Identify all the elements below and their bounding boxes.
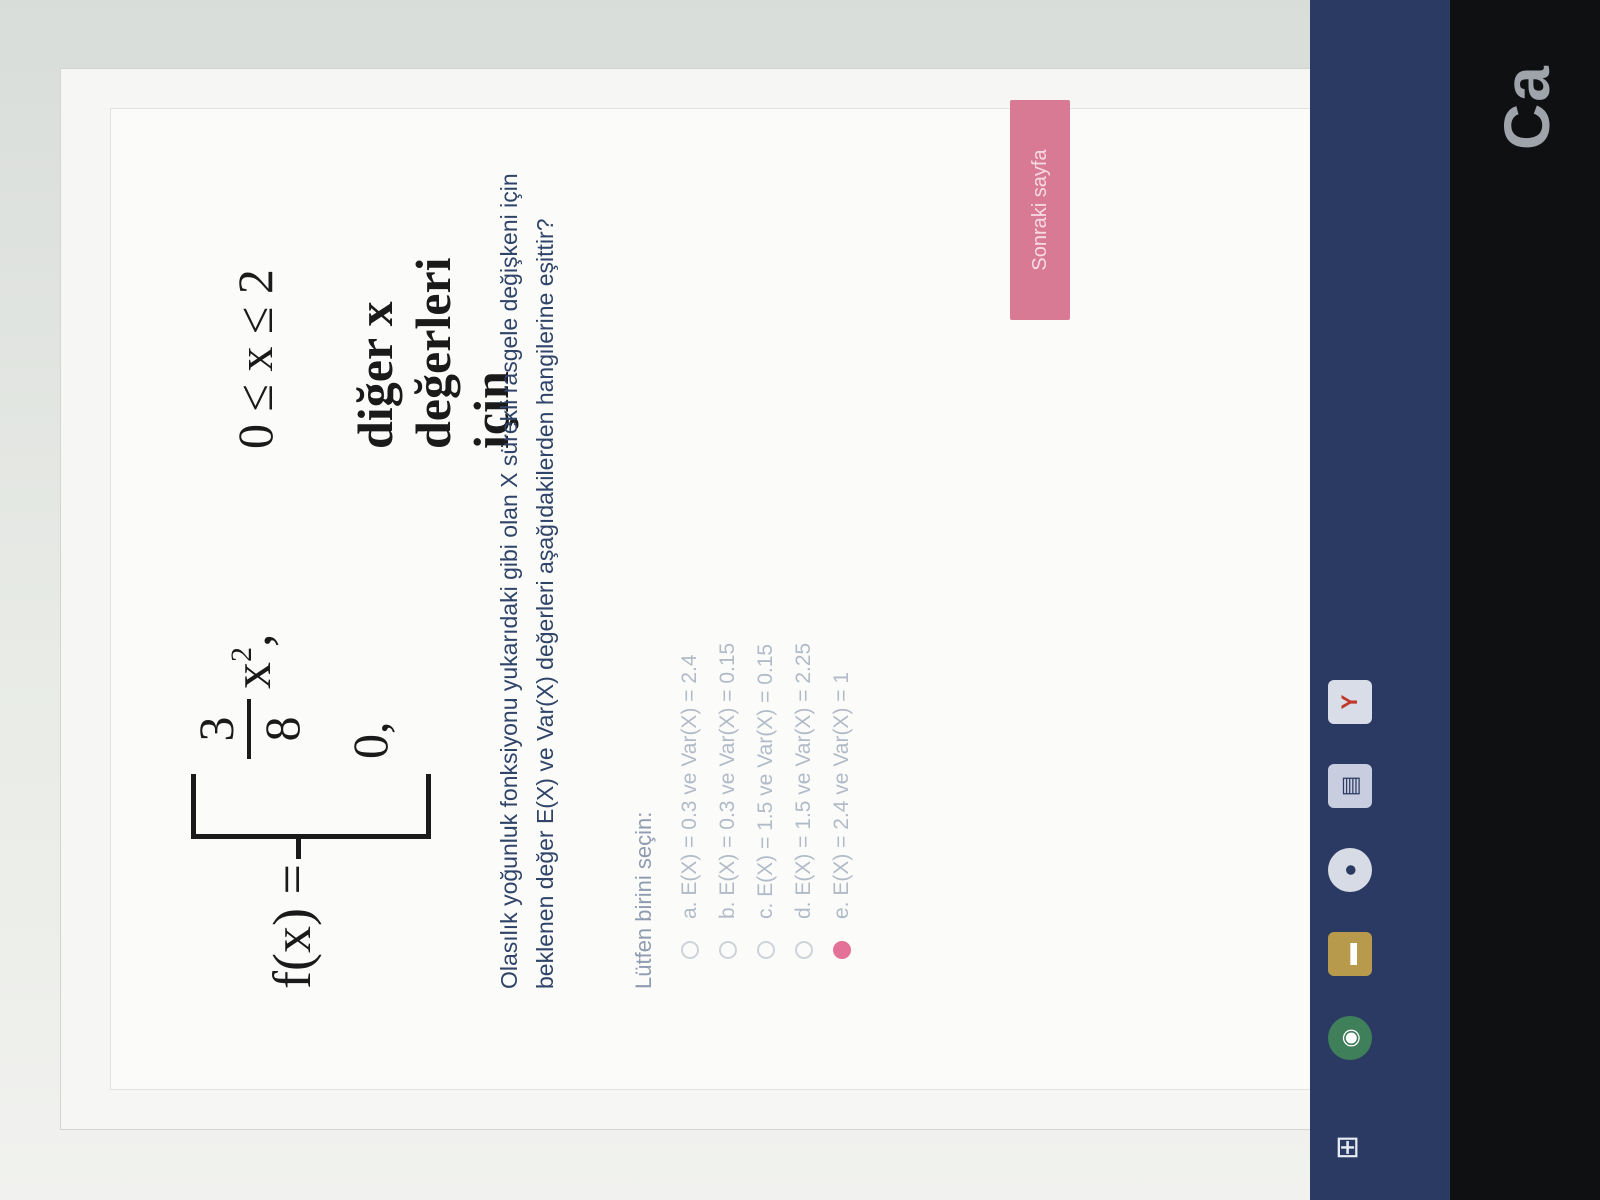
option-a[interactable]: a. E(X) = 0.3 ve Var(X) = 2.4 [671,359,709,959]
coefficient-fraction: 3 8 [188,699,310,759]
exponent: 2 [225,647,258,662]
radio-icon-selected[interactable] [833,941,851,959]
radio-icon[interactable] [757,941,775,959]
mail-icon[interactable]: ● [1328,848,1372,892]
answer-options: a. E(X) = 0.3 ve Var(X) = 2.4 b. E(X) = … [671,359,861,959]
case-brace [191,774,431,839]
word-icon[interactable]: ▤ [1328,764,1372,808]
folder-icon[interactable]: ▬ [1328,932,1372,976]
radio-icon[interactable] [795,941,813,959]
case1-comma: , [222,633,282,648]
taskbar-icons: ◉ ▬ ● ▤ Y [1328,680,1372,1060]
monitor-brand: Ca [1491,64,1563,150]
option-label: a. E(X) = 0.3 ve Var(X) = 2.4 [678,654,701,919]
option-d[interactable]: d. E(X) = 1.5 ve Var(X) = 2.25 [785,359,823,959]
fraction-denominator: 8 [254,716,310,742]
radio-icon[interactable] [719,941,737,959]
option-label: d. E(X) = 1.5 ve Var(X) = 2.25 [792,642,815,919]
density-formula: f(x) = 3 8 x2, 0 ≤ x ≤ 2 0, diğer x değe… [171,169,519,989]
option-label: b. E(X) = 0.3 ve Var(X) = 0.15 [716,642,739,919]
next-page-button[interactable]: Sonraki sayfa [1010,100,1070,320]
question-card: f(x) = 3 8 x2, 0 ≤ x ≤ 2 0, diğer x değe… [110,108,1372,1090]
option-label: e. E(X) = 2.4 ve Var(X) = 1 [830,671,853,919]
select-prompt: Lütfen birini seçin: [631,811,656,989]
question-text: Olasılık yoğunluk fonksiyonu yukarıdaki … [496,173,558,989]
fraction-numerator: 3 [188,716,244,742]
case1-condition: 0 ≤ x ≤ 2 [227,269,283,449]
option-e[interactable]: e. E(X) = 2.4 ve Var(X) = 1 [823,359,861,959]
x-squared: x2, [221,634,283,690]
taskbar: ⊞ ◉ ▬ ● ▤ Y [1310,0,1450,1200]
start-icon[interactable]: ⊞ [1330,1135,1365,1160]
monitor-bezel [1450,0,1600,1200]
formula-lhs: f(x) = [262,864,322,989]
yandex-icon[interactable]: Y [1328,680,1372,724]
rotated-screen: f(x) = 3 8 x2, 0 ≤ x ≤ 2 0, diğer x değe… [0,0,1600,1200]
radio-icon[interactable] [681,941,699,959]
x-variable: x [222,662,282,689]
fraction-bar [247,699,251,759]
chrome-icon[interactable]: ◉ [1328,1016,1372,1060]
option-label: c. E(X) = 1.5 ve Var(X) = 0.15 [754,643,777,919]
case2-value: 0, [342,721,398,760]
option-c[interactable]: c. E(X) = 1.5 ve Var(X) = 0.15 [747,359,785,959]
option-b[interactable]: b. E(X) = 0.3 ve Var(X) = 0.15 [709,359,747,959]
